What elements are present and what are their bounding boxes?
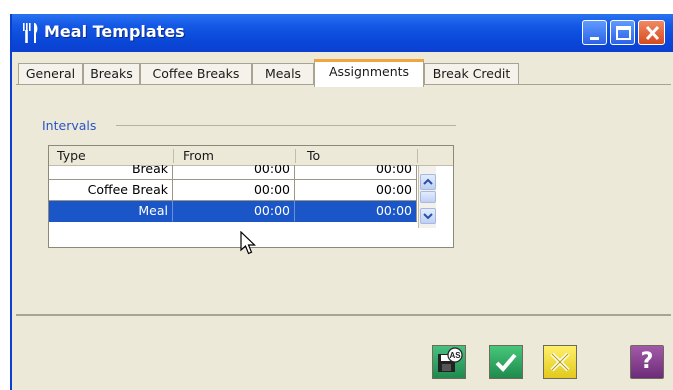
help-button[interactable]: ? [630,345,664,379]
scroll-up-button[interactable] [420,174,436,190]
scroll-thumb[interactable] [420,191,436,203]
minimize-icon [590,37,599,40]
column-divider[interactable] [295,149,296,163]
checkmark-icon [495,353,517,372]
table-row[interactable]: Coffee Break 00:00 00:00 [49,180,417,201]
chevron-up-icon [423,178,433,185]
maximize-icon [616,26,631,40]
x-cancel-icon [550,352,570,372]
tab-coffee-breaks[interactable]: Coffee Breaks [140,63,252,85]
table-header: Type From To [49,146,453,166]
meal-templates-window: Meal Templates General Breaks Coffee Bre… [10,14,673,390]
column-header-type[interactable]: Type [57,148,86,163]
to-cell[interactable]: 00:00 [295,180,417,201]
ok-button[interactable] [489,345,523,379]
scroll-down-button[interactable] [420,208,436,224]
tab-assignments[interactable]: Assignments [314,59,424,87]
close-icon [645,25,660,41]
mouse-pointer-icon [240,231,256,255]
to-cell[interactable]: 00:00 [295,201,417,222]
tab-breaks[interactable]: Breaks [83,63,140,85]
question-mark-icon: ? [640,349,654,374]
save-as-badge: AS [449,351,461,360]
cancel-button[interactable] [543,345,577,379]
table-row[interactable]: Break 00:00 00:00 [49,165,417,180]
group-divider [116,125,456,126]
tab-break-credit[interactable]: Break Credit [424,63,519,85]
tab-meals[interactable]: Meals [252,63,314,85]
maximize-button[interactable] [610,20,635,45]
save-as-button[interactable]: AS [432,345,466,379]
column-header-to[interactable]: To [307,148,320,163]
intervals-group-label: Intervals [42,118,97,133]
from-cell[interactable]: 00:00 [173,180,295,201]
from-cell[interactable]: 00:00 [173,165,295,180]
column-divider[interactable] [417,149,418,163]
close-button[interactable] [638,20,665,45]
chevron-down-icon [423,213,433,220]
title-bar[interactable]: Meal Templates [12,14,673,52]
table-scrollbar[interactable] [418,166,436,228]
to-cell[interactable]: 00:00 [295,165,417,180]
minimize-button[interactable] [582,20,607,45]
floppy-disk-save-as-icon: AS [438,347,463,372]
column-header-from[interactable]: From [183,148,214,163]
tab-general[interactable]: General [18,63,83,85]
table-row-selected[interactable]: Meal 00:00 00:00 [49,201,417,222]
fork-knife-icon [23,23,38,43]
type-cell[interactable]: Coffee Break [49,180,173,201]
window-title: Meal Templates [44,22,185,41]
type-cell[interactable]: Meal [49,201,173,222]
type-cell[interactable]: Break [49,165,173,180]
from-cell[interactable]: 00:00 [173,201,295,222]
footer-divider [16,314,671,316]
column-divider[interactable] [173,149,174,163]
